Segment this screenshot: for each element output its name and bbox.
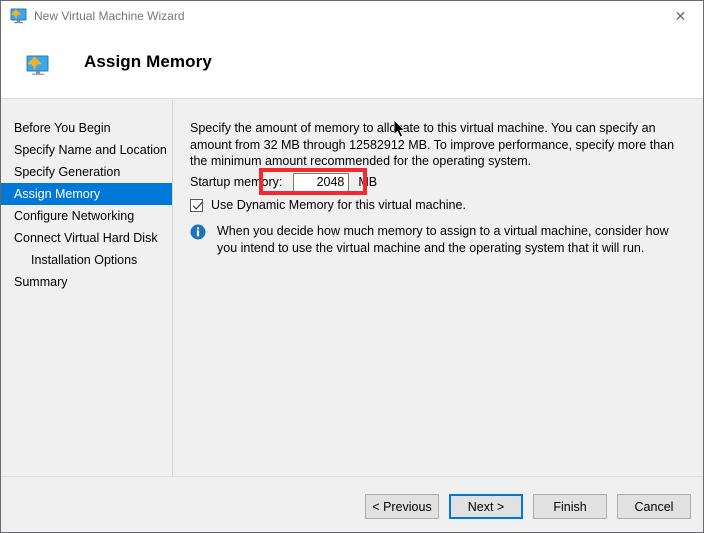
- dialog-footer: < Previous Next > Finish Cancel: [1, 476, 703, 532]
- virtual-machine-icon: [10, 8, 28, 24]
- startup-memory-label: Startup memory:: [190, 175, 282, 189]
- wizard-content-panel: Specify the amount of memory to allocate…: [174, 100, 703, 476]
- page-header: Assign Memory: [1, 31, 703, 99]
- close-icon: ✕: [675, 9, 687, 23]
- startup-memory-unit-label: MB: [358, 175, 377, 189]
- sidebar-item-specify-name-and-location[interactable]: Specify Name and Location: [1, 139, 172, 161]
- previous-button[interactable]: < Previous: [365, 494, 439, 519]
- new-virtual-machine-wizard-window: New Virtual Machine Wizard ✕ Assign Memo…: [0, 0, 704, 533]
- info-icon: [190, 224, 206, 240]
- dynamic-memory-label: Use Dynamic Memory for this virtual mach…: [211, 198, 466, 212]
- startup-memory-row: Startup memory: MB: [190, 170, 377, 194]
- wizard-steps-sidebar: Before You Begin Specify Name and Locati…: [1, 100, 173, 476]
- sidebar-item-configure-networking[interactable]: Configure Networking: [1, 205, 172, 227]
- info-note-text: When you decide how much memory to assig…: [217, 223, 687, 256]
- close-button[interactable]: ✕: [658, 1, 703, 30]
- finish-button[interactable]: Finish: [533, 494, 607, 519]
- info-note: When you decide how much memory to assig…: [190, 223, 690, 256]
- sidebar-item-connect-virtual-hard-disk[interactable]: Connect Virtual Hard Disk: [1, 227, 172, 249]
- sidebar-item-specify-generation[interactable]: Specify Generation: [1, 161, 172, 183]
- dialog-body: Before You Begin Specify Name and Locati…: [1, 100, 703, 476]
- window-title: New Virtual Machine Wizard: [34, 8, 185, 24]
- cancel-button[interactable]: Cancel: [617, 494, 691, 519]
- sidebar-item-before-you-begin[interactable]: Before You Begin: [1, 117, 172, 139]
- dynamic-memory-row[interactable]: Use Dynamic Memory for this virtual mach…: [190, 198, 466, 212]
- instructions-text: Specify the amount of memory to allocate…: [190, 120, 684, 170]
- startup-memory-input[interactable]: [293, 173, 349, 192]
- sidebar-item-assign-memory[interactable]: Assign Memory: [1, 183, 172, 205]
- next-button[interactable]: Next >: [449, 494, 523, 519]
- sidebar-item-installation-options[interactable]: Installation Options: [1, 249, 172, 271]
- button-row: < Previous Next > Finish Cancel: [365, 494, 691, 519]
- title-bar: New Virtual Machine Wizard ✕: [1, 1, 703, 31]
- sidebar-item-summary[interactable]: Summary: [1, 271, 172, 293]
- virtual-machine-icon: [26, 55, 50, 76]
- page-title: Assign Memory: [84, 52, 212, 72]
- dynamic-memory-checkbox[interactable]: [190, 199, 203, 212]
